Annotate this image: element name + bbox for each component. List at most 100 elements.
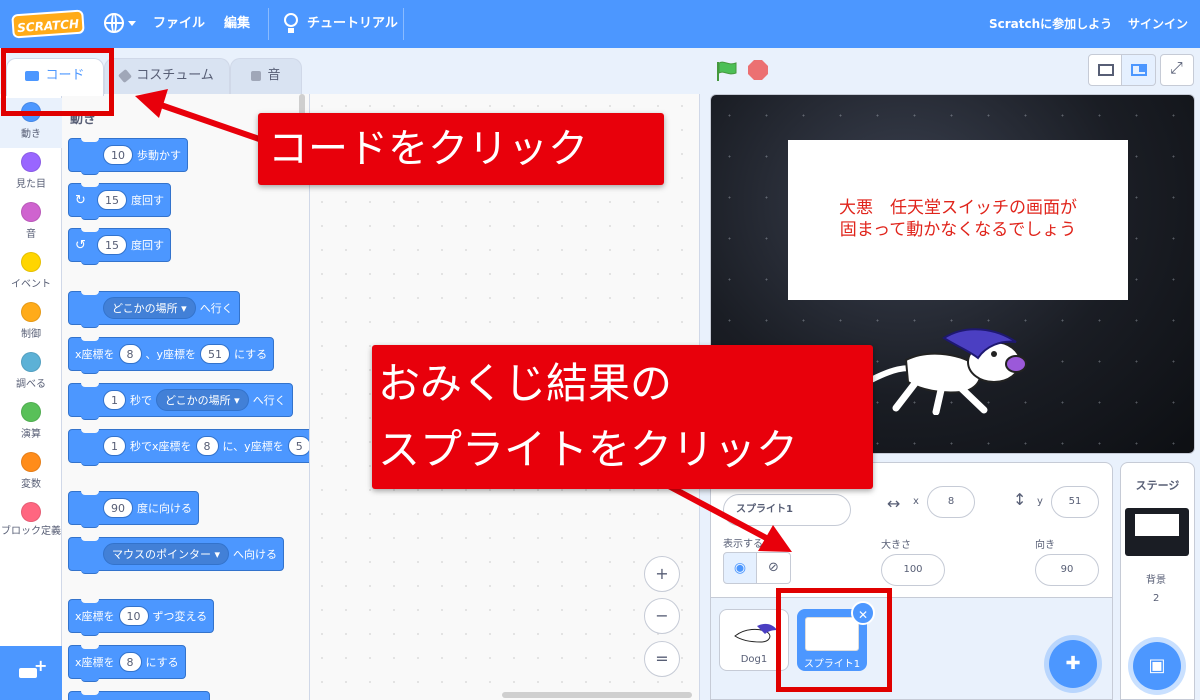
direction-field[interactable]: 90: [1035, 554, 1099, 586]
point-direction-block[interactable]: 90 度に向ける: [68, 491, 199, 528]
category-sound[interactable]: 音: [0, 200, 62, 240]
category-my-blocks[interactable]: ブロック定義: [0, 500, 62, 539]
hide-sprite-button[interactable]: ⊘: [757, 552, 791, 584]
change-x-input[interactable]: 10: [118, 606, 149, 626]
stage-thumbnail[interactable]: [1125, 508, 1189, 556]
backdrop-label: 背景: [1146, 575, 1166, 586]
chevron-down-icon: [128, 21, 136, 26]
category-sensing[interactable]: 調べる: [0, 350, 62, 390]
control-dot-icon: [21, 302, 41, 322]
turn-left-input[interactable]: 15: [97, 235, 127, 255]
turn-right-block[interactable]: ↻ 15 度回す: [68, 183, 171, 220]
eye-slash-icon: ⊘: [768, 560, 779, 575]
join-scratch-link[interactable]: Scratchに参加しよう: [989, 0, 1112, 48]
size-label: 大きさ: [881, 540, 911, 551]
turn-right-input[interactable]: 15: [97, 190, 127, 210]
steps-input[interactable]: 10: [103, 145, 133, 165]
glide-secs-input[interactable]: 1: [103, 390, 126, 410]
goto-xy-block[interactable]: x座標を 8 、y座標を 51 にする: [68, 337, 275, 374]
category-variables[interactable]: 変数: [0, 450, 62, 490]
y-arrows-icon: ↕: [1013, 490, 1027, 509]
lightbulb-icon: [284, 13, 298, 33]
y-position-field[interactable]: 51: [1051, 486, 1099, 518]
backdrop-count: 2: [1153, 593, 1160, 604]
workspace-horizontal-scrollbar[interactable]: [502, 692, 692, 698]
brush-icon: [118, 68, 133, 83]
rotate-right-icon: ↻: [75, 192, 86, 208]
dog-thumbnail-image: [727, 616, 781, 650]
small-stage-icon: [1098, 64, 1114, 76]
globe-icon[interactable]: [104, 13, 124, 33]
size-field[interactable]: 100: [881, 554, 945, 586]
eye-icon: ◉: [733, 560, 747, 576]
fullscreen-icon: ⤢: [1170, 58, 1183, 77]
menu-divider: [268, 8, 269, 40]
show-label: 表示する: [723, 539, 763, 550]
point-towards-dropdown[interactable]: マウスのポインター: [103, 543, 230, 565]
looks-dot-icon: [21, 152, 41, 172]
goto-block[interactable]: どこかの場所へ行く: [68, 291, 240, 328]
sprite-click-callout: おみくじ結果の スプライトをクリック: [372, 345, 873, 489]
glide-block[interactable]: 1秒でどこかの場所へ行く: [68, 383, 293, 420]
scratch-logo[interactable]: SCRATCH: [11, 9, 85, 39]
y-label: y: [1037, 496, 1043, 507]
partial-block[interactable]: [68, 691, 210, 700]
glide-xy-block[interactable]: 1 秒でx座標を 8 に、y座標を 5: [68, 429, 309, 466]
green-flag-icon[interactable]: [714, 60, 738, 82]
zoom-out-button[interactable]: −: [644, 598, 680, 634]
code-click-callout: コードをクリック: [258, 113, 664, 185]
sensing-dot-icon: [21, 352, 41, 372]
rotate-left-icon: ↺: [75, 237, 86, 253]
set-x-input[interactable]: 8: [118, 652, 142, 672]
code-blocks-icon: [25, 70, 40, 81]
zoom-in-button[interactable]: +: [644, 556, 680, 592]
events-dot-icon: [21, 252, 41, 272]
menu-divider: [403, 8, 404, 40]
glide-y-input[interactable]: 5: [287, 436, 309, 456]
set-x-block[interactable]: x座標を 8 にする: [68, 645, 186, 682]
file-menu[interactable]: ファイル: [153, 0, 205, 48]
tab-code[interactable]: コード: [6, 58, 104, 96]
goto-y-input[interactable]: 51: [200, 344, 231, 364]
category-control[interactable]: 制御: [0, 300, 62, 340]
signin-link[interactable]: サインイン: [1128, 0, 1188, 48]
direction-input[interactable]: 90: [103, 498, 133, 518]
choose-sprite-button[interactable]: ✚: [1049, 640, 1097, 688]
change-x-block[interactable]: x座標を 10 ずつ変える: [68, 599, 215, 636]
edit-menu[interactable]: 編集: [224, 0, 250, 48]
turn-left-block[interactable]: ↺ 15 度回す: [68, 228, 171, 265]
tutorial-menu[interactable]: チュートリアル: [307, 0, 398, 48]
category-operators[interactable]: 演算: [0, 400, 62, 440]
goto-x-input[interactable]: 8: [118, 344, 142, 364]
glide-x-input[interactable]: 8: [195, 436, 219, 456]
sprite-name-field[interactable]: スプライト1: [723, 494, 851, 526]
goto-target-dropdown[interactable]: どこかの場所: [103, 297, 196, 319]
point-towards-block[interactable]: マウスのポインターへ向ける: [68, 537, 285, 574]
fortune-result-card: 大悪 任天堂スイッチの画面が 固まって動かなくなるでしょう: [788, 140, 1128, 300]
zoom-reset-button[interactable]: =: [644, 641, 680, 677]
add-extension-button[interactable]: [0, 646, 62, 700]
category-looks[interactable]: 見た目: [0, 150, 62, 190]
dog-sprite[interactable]: [866, 320, 1031, 415]
move-steps-block[interactable]: 10 歩動かす: [68, 138, 188, 175]
variables-dot-icon: [21, 452, 41, 472]
glide-target-dropdown[interactable]: どこかの場所: [156, 389, 249, 411]
fullscreen-button[interactable]: ⤢: [1160, 54, 1194, 86]
tab-sounds[interactable]: 音: [230, 58, 302, 94]
speaker-icon: [251, 70, 262, 81]
show-sprite-button[interactable]: ◉: [723, 552, 757, 584]
cat-plus-icon: ✚: [1065, 653, 1081, 674]
x-position-field[interactable]: 8: [927, 486, 975, 518]
normal-stage-button[interactable]: [1122, 54, 1156, 86]
small-stage-button[interactable]: [1088, 54, 1122, 86]
sound-dot-icon: [21, 202, 41, 222]
stop-icon[interactable]: [748, 60, 768, 80]
highlight-sprite1: [776, 588, 892, 692]
image-plus-icon: ▣: [1148, 655, 1166, 676]
my-blocks-dot-icon: [21, 502, 41, 522]
choose-backdrop-button[interactable]: ▣: [1133, 642, 1181, 690]
tab-costumes[interactable]: コスチューム: [104, 58, 230, 94]
category-events[interactable]: イベント: [0, 250, 62, 290]
glide-xy-secs-input[interactable]: 1: [103, 436, 126, 456]
x-arrows-icon: ↔: [887, 494, 901, 513]
